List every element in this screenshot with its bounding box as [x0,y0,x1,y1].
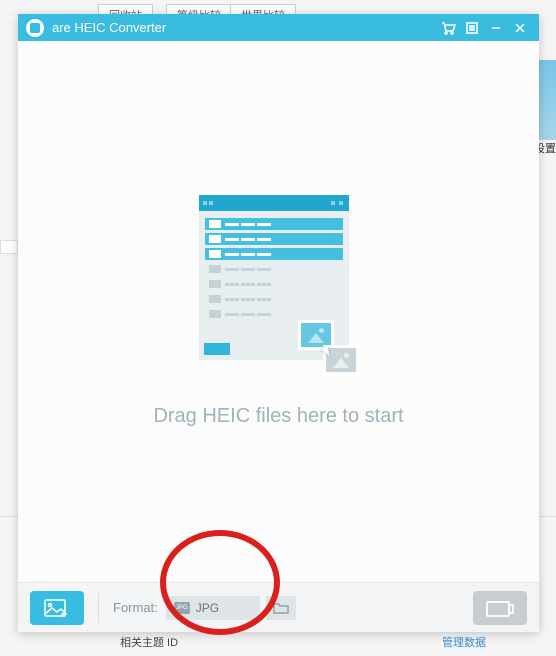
format-label: Format: [113,600,158,615]
menu-list-button[interactable] [461,17,483,39]
output-folder-button[interactable] [266,596,296,620]
bg-fragment [0,240,18,254]
toolbar-divider [98,593,99,623]
format-badge-icon: JPG [174,602,190,614]
cart-button[interactable] [437,17,459,39]
titlebar: are HEIC Converter [18,14,539,41]
format-value: JPG [196,601,219,615]
close-button[interactable] [509,17,531,39]
format-dropdown[interactable]: JPG JPG [166,596,260,620]
minimize-button[interactable] [485,17,507,39]
bg-link: 管理数据 [442,634,486,650]
drop-zone[interactable]: Drag HEIC files here to start [18,41,539,582]
app-window: are HEIC Converter [18,14,539,632]
bg-thumbnail [536,60,556,140]
convert-button[interactable] [473,591,527,625]
app-logo-icon [26,19,44,37]
bg-label: 相关主题 ID [120,634,178,650]
app-title: are HEIC Converter [52,20,166,35]
drop-illustration [199,195,359,385]
bottom-toolbar: Format: JPG JPG [18,582,539,632]
drop-instruction-text: Drag HEIC files here to start [153,405,403,428]
add-files-button[interactable] [30,591,84,625]
